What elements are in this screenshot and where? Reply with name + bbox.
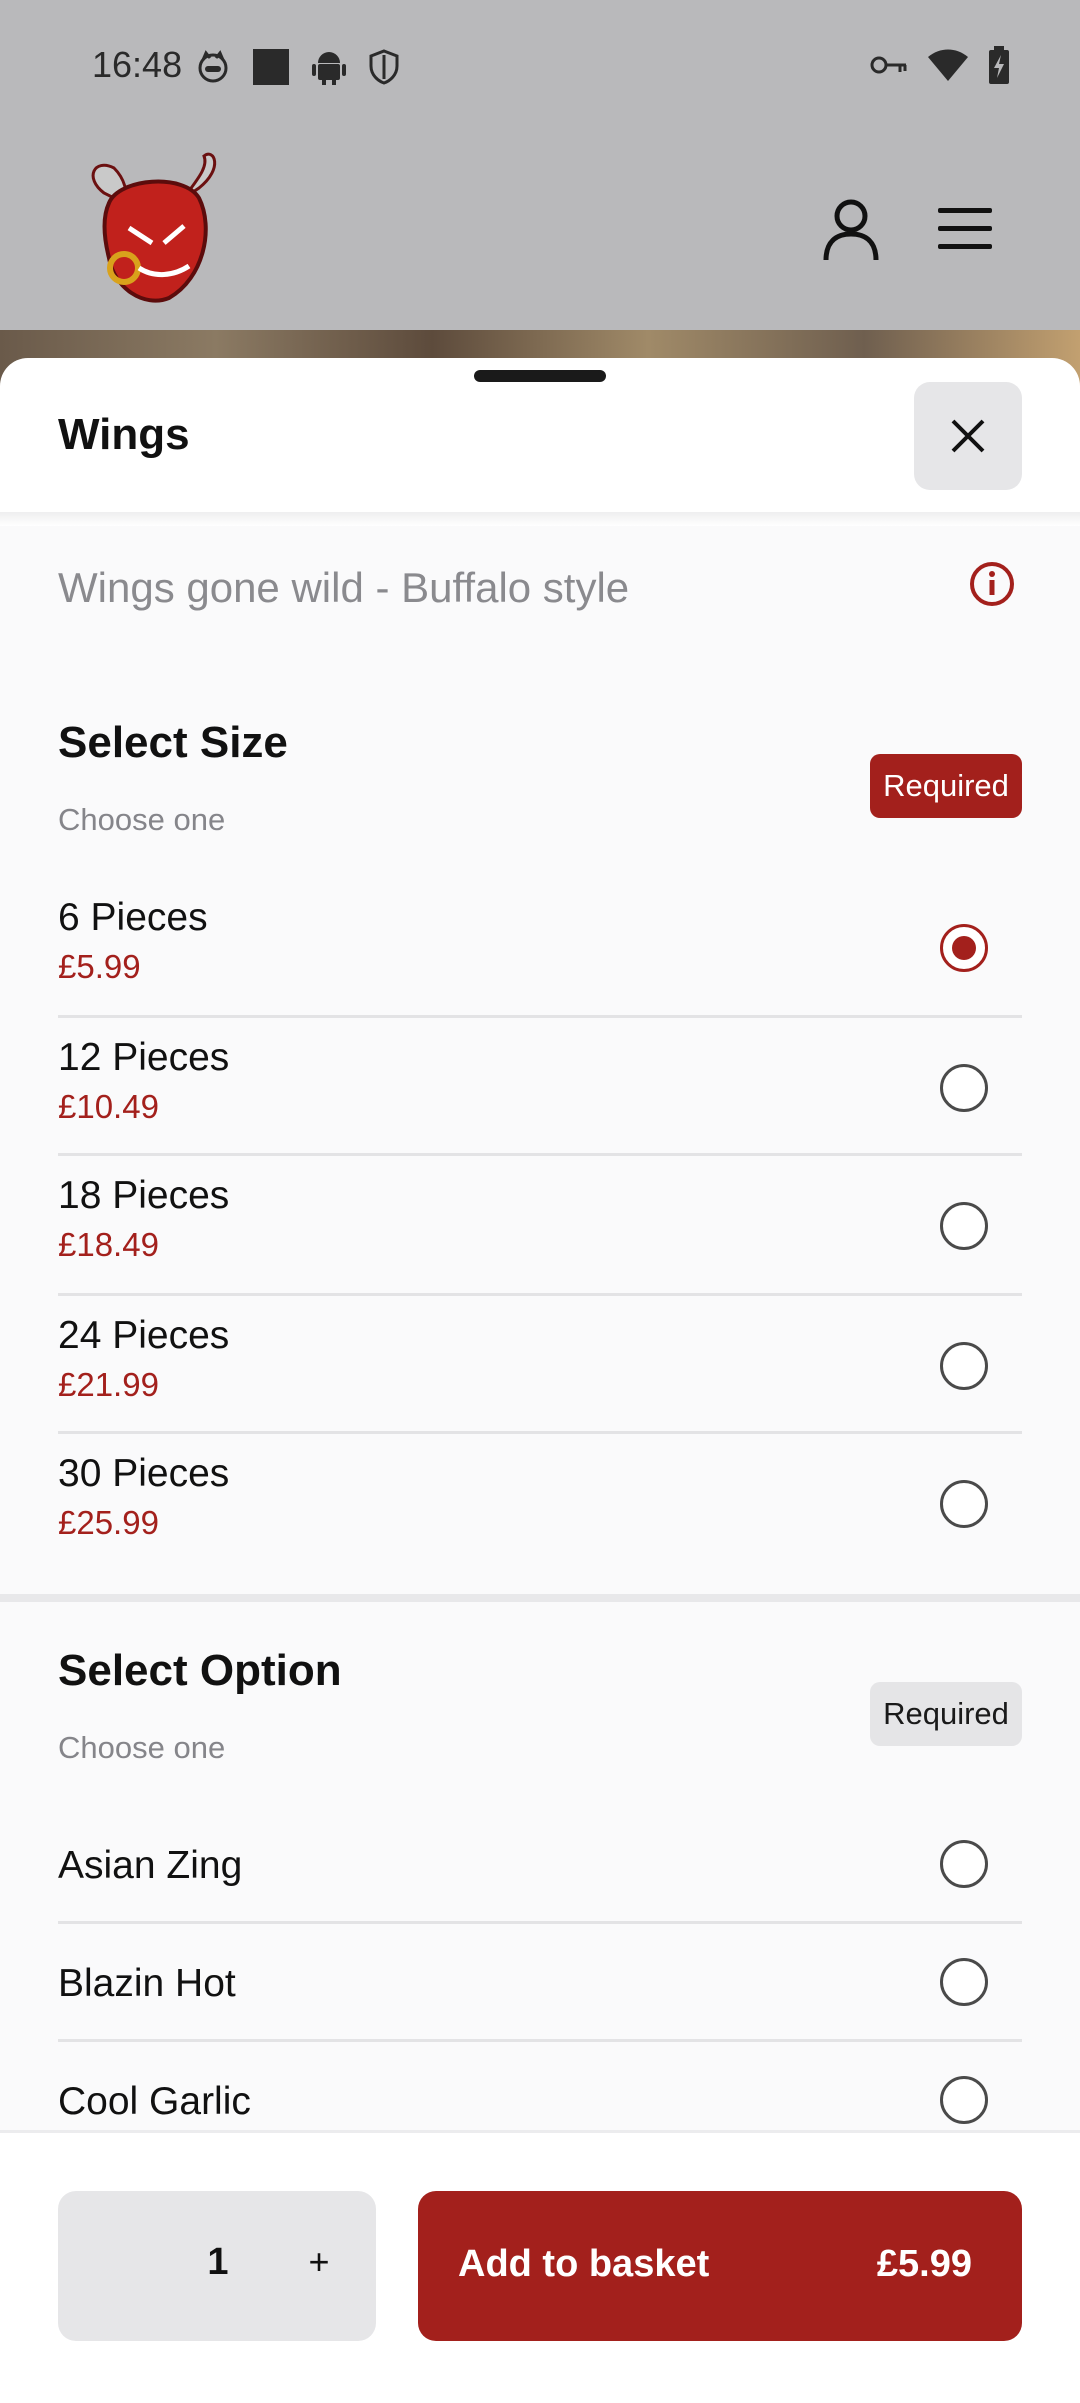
battery-charging-icon <box>989 46 1009 84</box>
increment-button[interactable]: + <box>294 2237 344 2287</box>
option-price: £21.99 <box>58 1366 159 1403</box>
option-name: Blazin Hot <box>58 1962 236 2005</box>
option-name: 24 Pieces <box>58 1314 230 1357</box>
option-name: 18 Pieces <box>58 1174 230 1217</box>
drag-handle[interactable] <box>474 370 606 382</box>
option-name: 12 Pieces <box>58 1036 230 1079</box>
size-option-18-pieces[interactable]: 18 Pieces £18.49 <box>58 1156 1022 1296</box>
sheet-content: Wings gone wild - Buffalo style Select S… <box>0 526 1080 2400</box>
close-icon <box>951 419 985 453</box>
status-bar: 16:48 <box>0 0 1080 136</box>
radio-button[interactable] <box>940 1840 988 1888</box>
size-option-24-pieces[interactable]: 24 Pieces £21.99 <box>58 1296 1022 1434</box>
shield-icon <box>369 49 399 85</box>
add-to-basket-button[interactable]: Add to basket £5.99 <box>418 2191 1022 2341</box>
radio-button[interactable] <box>940 1202 988 1250</box>
bull-logo-icon[interactable] <box>84 148 224 318</box>
flavour-option-blazin-hot[interactable]: Blazin Hot <box>58 1924 1022 2042</box>
quantity-value: 1 <box>207 2241 229 2283</box>
bottom-action-bar: 1 + Add to basket £5.99 <box>0 2130 1080 2403</box>
radio-button-selected[interactable] <box>940 924 988 972</box>
android-icon <box>312 52 346 85</box>
option-name: 6 Pieces <box>58 896 208 939</box>
user-icon[interactable] <box>822 198 880 262</box>
product-sheet: Wings Wings gone wild - Buffalo style Se… <box>0 358 1080 2400</box>
option-name: Asian Zing <box>58 1844 243 1887</box>
option-price: £18.49 <box>58 1226 159 1263</box>
radio-button[interactable] <box>940 1480 988 1528</box>
wifi-icon <box>928 49 968 81</box>
section-subtitle-option: Choose one <box>58 1730 226 1765</box>
key-icon <box>870 56 907 74</box>
required-badge: Required <box>870 1682 1022 1746</box>
title-divider <box>0 512 1080 526</box>
radio-button[interactable] <box>940 1342 988 1390</box>
status-time: 16:48 <box>92 44 183 85</box>
status-right-icons <box>870 46 1010 84</box>
add-to-basket-price: £5.99 <box>876 2243 972 2285</box>
radio-button[interactable] <box>940 2076 988 2124</box>
option-name: 30 Pieces <box>58 1452 230 1495</box>
flavour-option-asian-zing[interactable]: Asian Zing <box>58 1804 1022 1924</box>
quantity-stepper[interactable]: 1 + <box>58 2191 376 2341</box>
status-left-icons <box>196 48 400 86</box>
info-icon[interactable] <box>968 560 1016 608</box>
option-price: £5.99 <box>58 948 141 985</box>
radio-button[interactable] <box>940 1064 988 1112</box>
section-title-size: Select Size <box>58 718 288 767</box>
size-option-6-pieces[interactable]: 6 Pieces £5.99 <box>58 878 1022 1018</box>
hamburger-menu-icon[interactable] <box>938 208 992 250</box>
size-option-12-pieces[interactable]: 12 Pieces £10.49 <box>58 1018 1022 1156</box>
option-name: Cool Garlic <box>58 2080 251 2123</box>
add-to-basket-label: Add to basket <box>458 2243 710 2285</box>
size-option-30-pieces[interactable]: 30 Pieces £25.99 <box>58 1434 1022 1574</box>
close-button[interactable] <box>914 382 1022 490</box>
cat-face-icon <box>198 50 228 83</box>
sheet-title: Wings <box>58 410 190 459</box>
radio-button[interactable] <box>940 1958 988 2006</box>
option-price: £25.99 <box>58 1504 159 1541</box>
option-price: £10.49 <box>58 1088 159 1125</box>
section-subtitle-size: Choose one <box>58 802 226 837</box>
required-badge: Required <box>870 754 1022 818</box>
product-description: Wings gone wild - Buffalo style <box>58 564 630 611</box>
section-divider <box>0 1594 1080 1602</box>
square-icon <box>253 49 289 85</box>
section-title-option: Select Option <box>58 1646 342 1695</box>
